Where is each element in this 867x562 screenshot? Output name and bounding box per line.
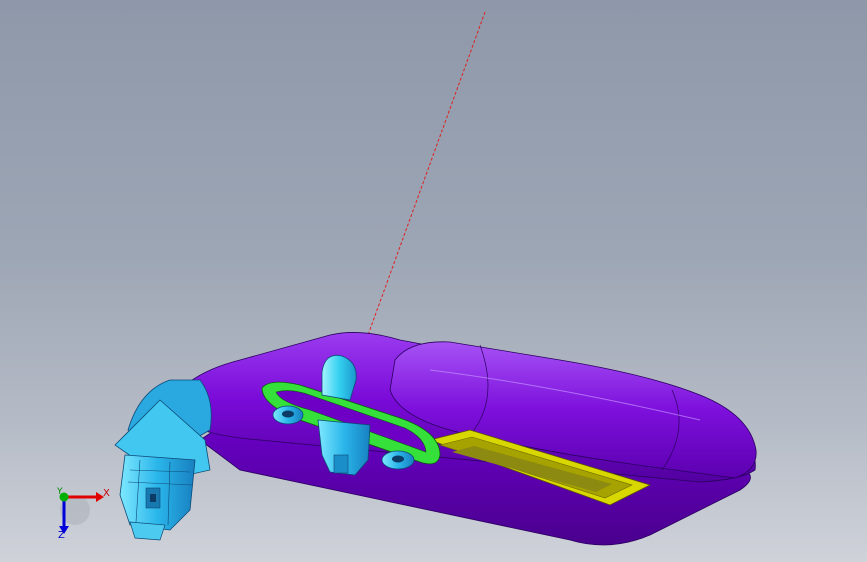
model-scene[interactable] [0, 0, 867, 562]
fastener-boss-left-hole [282, 410, 294, 418]
triad-x-label: X [103, 488, 110, 499]
connector-pin-cap[interactable] [129, 521, 166, 541]
triad-z-label: Z [58, 530, 65, 541]
construction-line [367, 11, 486, 336]
inlet-pipe[interactable] [321, 354, 357, 401]
fastener-boss-right-hole [392, 455, 404, 463]
triad-y-label: Y [57, 487, 63, 497]
center-fitting-stem [333, 454, 349, 474]
connector-slot [150, 494, 156, 502]
3d-viewport[interactable]: X Y Z [0, 0, 867, 562]
coordinate-triad [59, 492, 104, 534]
